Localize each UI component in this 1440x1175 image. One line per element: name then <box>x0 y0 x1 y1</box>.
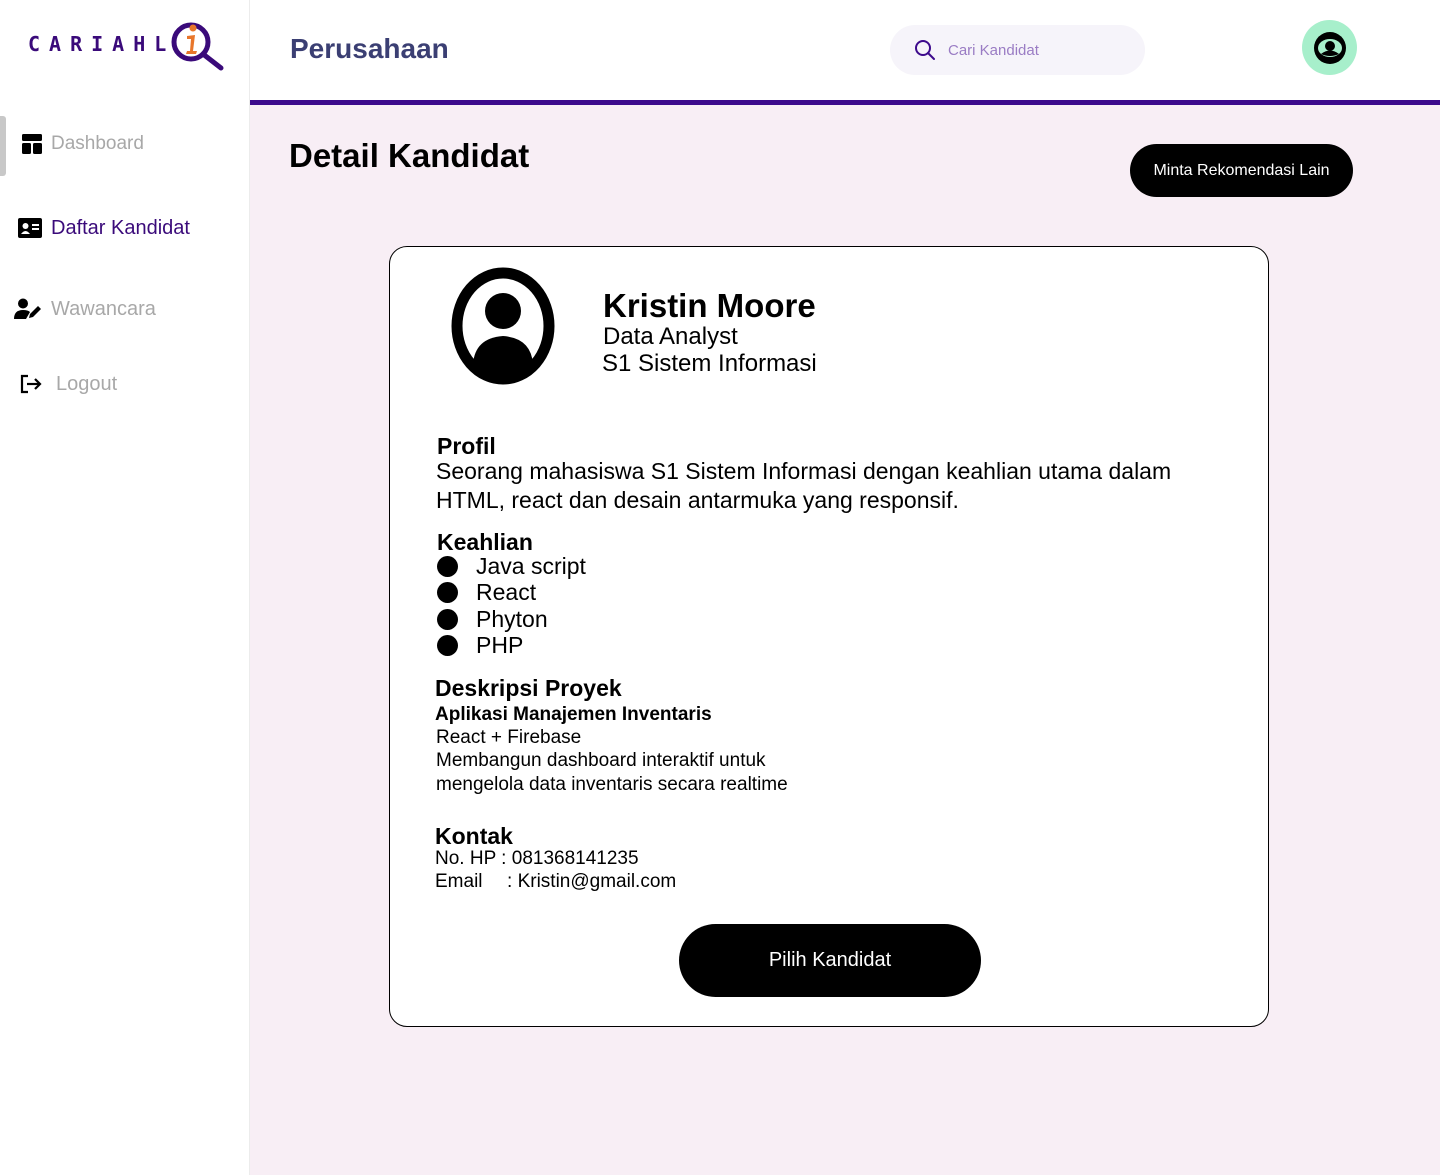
skills-list: Java script React Phyton PHP <box>437 553 586 659</box>
project-name: Aplikasi Manajemen Inventaris <box>435 704 712 725</box>
project-description: Membangun dashboard interaktif untuk men… <box>436 750 788 795</box>
id-card-icon <box>18 216 42 240</box>
page-title: Detail Kandidat <box>289 137 530 174</box>
candidate-role: Data Analyst <box>603 323 738 350</box>
bullet-icon <box>437 608 458 630</box>
project-tech: React + Firebase <box>436 727 582 748</box>
profile-text: Seorang mahasiswa S1 Sistem Informasi de… <box>436 458 1172 513</box>
section-title-profile: Profil <box>437 433 496 459</box>
logo-text: CARIAHL <box>28 32 176 56</box>
header-title: Perusahaan <box>290 33 449 64</box>
list-item: Phyton <box>437 606 586 633</box>
contact-phone: No. HP : 081368141235 <box>435 848 639 869</box>
skill-label: Java script <box>476 552 586 579</box>
list-item: Java script <box>437 553 586 580</box>
email-value: Kristin@gmail.com <box>517 871 677 892</box>
sidebar-item-dashboard[interactable]: Dashboard <box>0 116 249 176</box>
bullet-icon <box>437 635 458 657</box>
candidate-education: S1 Sistem Informasi <box>602 350 817 377</box>
select-candidate-button[interactable]: Pilih Kandidat <box>679 924 981 997</box>
search-input[interactable] <box>948 41 1128 59</box>
section-title-project: Deskripsi Proyek <box>435 675 622 701</box>
section-title-contact: Kontak <box>435 823 513 849</box>
sidebar-item-label: Logout <box>56 372 118 395</box>
phone-label: No. HP <box>435 848 496 869</box>
sidebar-item-label: Wawancara <box>51 297 156 320</box>
bullet-icon <box>437 555 458 577</box>
request-recommendation-button[interactable]: Minta Rekomendasi Lain <box>1130 144 1353 197</box>
list-item: PHP <box>437 632 586 660</box>
contact-email: Email: Kristin@gmail.com <box>435 871 677 892</box>
sidebar-item-label: Daftar Kandidat <box>51 216 190 239</box>
user-edit-icon <box>14 297 42 321</box>
sidebar-item-label: Dashboard <box>51 133 144 154</box>
candidate-name: Kristin Moore <box>603 287 816 324</box>
skill-label: PHP <box>476 632 524 659</box>
sidebar-item-wawancara[interactable]: Wawancara <box>0 281 249 337</box>
header-divider <box>250 100 1440 105</box>
search-box[interactable] <box>890 25 1145 75</box>
brand-logo[interactable]: CARIAHL <box>28 18 227 72</box>
profile-avatar-button[interactable] <box>1302 20 1357 75</box>
magnifier-info-icon <box>171 22 224 71</box>
top-header: Perusahaan <box>250 0 1440 100</box>
sidebar-item-daftar-kandidat[interactable]: Daftar Kandidat <box>0 200 249 256</box>
skill-label: React <box>476 579 537 606</box>
email-label: Email <box>435 871 483 892</box>
logout-icon <box>19 372 43 396</box>
phone-value: 081368141235 <box>511 848 639 869</box>
list-item: React <box>437 579 586 607</box>
candidate-avatar-icon <box>451 267 555 385</box>
search-icon <box>915 40 935 60</box>
bullet-icon <box>437 582 458 604</box>
sidebar: CARIAHL Dashboard Daftar Kandidat Wawanc… <box>0 0 250 1175</box>
dashboard-icon <box>20 132 44 156</box>
user-circle-icon <box>1313 31 1346 64</box>
skill-label: Phyton <box>476 605 548 632</box>
sidebar-item-logout[interactable]: Logout <box>0 356 249 412</box>
candidate-detail-card: Kristin Moore Data Analyst S1 Sistem Inf… <box>389 246 1269 1027</box>
